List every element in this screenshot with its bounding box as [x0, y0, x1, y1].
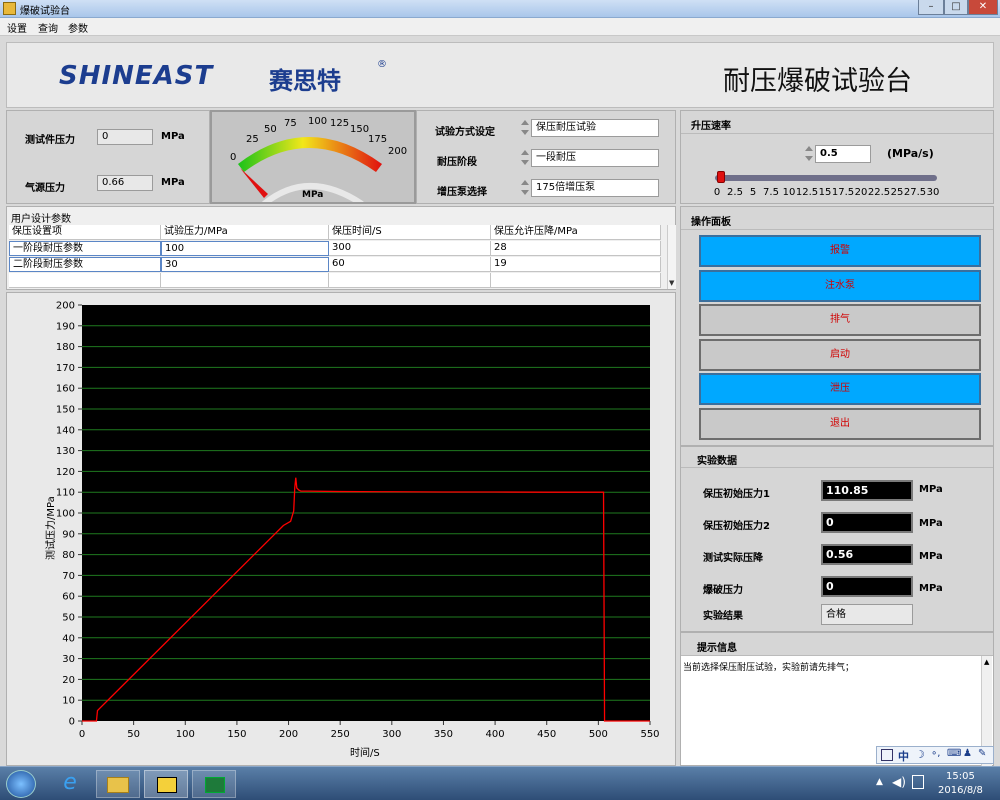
y-tick-label: 20 — [62, 675, 75, 686]
y-tick-label: 10 — [62, 696, 75, 707]
p2-value: 0 — [821, 512, 913, 533]
exp-data-panel: 实验数据 保压初始压力1 110.85 MPa 保压初始压力2 0 MPa 测试… — [680, 446, 994, 632]
x-tick-label: 200 — [279, 729, 298, 740]
y-tick-label: 40 — [62, 633, 75, 644]
y-tick-label: 110 — [56, 488, 75, 499]
ime-user-icon[interactable]: ♟ — [963, 748, 972, 759]
ime-moon-icon[interactable]: ☽ — [915, 748, 925, 761]
y-tick-label: 70 — [62, 571, 75, 582]
y-tick-label: 50 — [62, 613, 75, 624]
y-tick-label: 0 — [69, 717, 75, 728]
exp-data-title: 实验数据 — [697, 456, 737, 467]
y-tick-label: 90 — [62, 529, 75, 540]
y-tick-label: 30 — [62, 654, 75, 665]
y-tick-label: 160 — [56, 384, 75, 395]
op-button[interactable]: 排气 — [699, 304, 981, 336]
op-button[interactable]: 启动 — [699, 338, 981, 371]
y-tick-label: 170 — [56, 363, 75, 374]
explorer-icon[interactable] — [96, 770, 140, 798]
chart-xlabel: 时间/S — [350, 748, 380, 759]
labview-task[interactable] — [144, 770, 188, 798]
ime-keyboard-icon[interactable]: ⌨ — [947, 748, 961, 759]
x-tick-label: 0 — [79, 729, 85, 740]
drop-value: 0.56 — [821, 544, 913, 565]
start-button[interactable] — [6, 770, 36, 798]
burst-unit: MPa — [919, 583, 943, 594]
ime-punct-icon[interactable]: ∘, — [931, 748, 940, 759]
drop-label: 测试实际压降 — [703, 553, 763, 564]
drop-unit: MPa — [919, 551, 943, 562]
exp-divider — [681, 467, 993, 468]
excel-icon — [205, 777, 225, 793]
y-tick-label: 190 — [56, 321, 75, 332]
network-icon[interactable] — [912, 775, 924, 789]
y-tick-label: 120 — [56, 467, 75, 478]
y-tick-label: 180 — [56, 342, 75, 353]
x-tick-label: 500 — [589, 729, 608, 740]
op-button[interactable]: 注水泵 — [699, 269, 981, 302]
p1-value: 110.85 — [821, 480, 913, 501]
p2-label: 保压初始压力2 — [703, 521, 770, 532]
tray-arrow-icon[interactable]: ▲ — [876, 777, 883, 787]
y-tick-label: 140 — [56, 425, 75, 436]
y-tick-label: 150 — [56, 405, 75, 416]
ops-divider — [681, 229, 993, 230]
burst-value: 0 — [821, 576, 913, 597]
hint-text: 当前选择保压耐压试验，实验前请先排气； — [683, 663, 855, 673]
ops-title: 操作面板 — [691, 217, 731, 228]
x-tick-label: 150 — [227, 729, 246, 740]
folder-icon — [107, 777, 129, 793]
p1-label: 保压初始压力1 — [703, 489, 770, 500]
scroll-up-icon[interactable]: ▲ — [984, 658, 989, 666]
op-button[interactable]: 退出 — [699, 407, 981, 440]
p1-unit: MPa — [919, 484, 943, 495]
y-tick-label: 200 — [56, 301, 75, 312]
x-tick-label: 550 — [640, 729, 659, 740]
clock-time[interactable]: 15:05 — [946, 771, 975, 782]
taskbar: e ▲ ◀) 15:05 2016/8/8 — [0, 766, 1000, 800]
result-label: 实验结果 — [703, 611, 743, 622]
y-tick-label: 60 — [62, 592, 75, 603]
y-tick-label: 100 — [56, 509, 75, 520]
x-tick-label: 300 — [382, 729, 401, 740]
x-tick-label: 100 — [176, 729, 195, 740]
op-button[interactable]: 泄压 — [699, 373, 981, 405]
y-tick-label: 130 — [56, 446, 75, 457]
x-tick-label: 400 — [486, 729, 505, 740]
labview-icon — [157, 777, 177, 793]
ime-toolbar[interactable]: 中 ☽ ∘, ⌨ ♟ ✎ — [876, 746, 994, 764]
x-tick-label: 50 — [127, 729, 140, 740]
result-value: 合格 — [821, 604, 913, 625]
chart-ylabel: 测试压力/MPa — [46, 496, 57, 560]
burst-label: 爆破压力 — [703, 585, 743, 596]
op-button[interactable]: 报警 — [699, 235, 981, 267]
ime-lang[interactable]: 中 — [898, 748, 909, 764]
x-tick-label: 250 — [331, 729, 350, 740]
clock-date[interactable]: 2016/8/8 — [938, 785, 983, 796]
y-tick-label: 80 — [62, 550, 75, 561]
excel-task[interactable] — [192, 770, 236, 798]
volume-icon[interactable]: ◀) — [892, 775, 906, 789]
x-tick-label: 450 — [537, 729, 556, 740]
ime-wrench-icon[interactable]: ✎ — [978, 748, 986, 759]
p2-unit: MPa — [919, 518, 943, 529]
hint-title: 提示信息 — [697, 643, 737, 654]
x-tick-label: 350 — [434, 729, 453, 740]
ime-box-icon[interactable] — [881, 749, 893, 761]
ie-icon[interactable]: e — [50, 770, 90, 798]
